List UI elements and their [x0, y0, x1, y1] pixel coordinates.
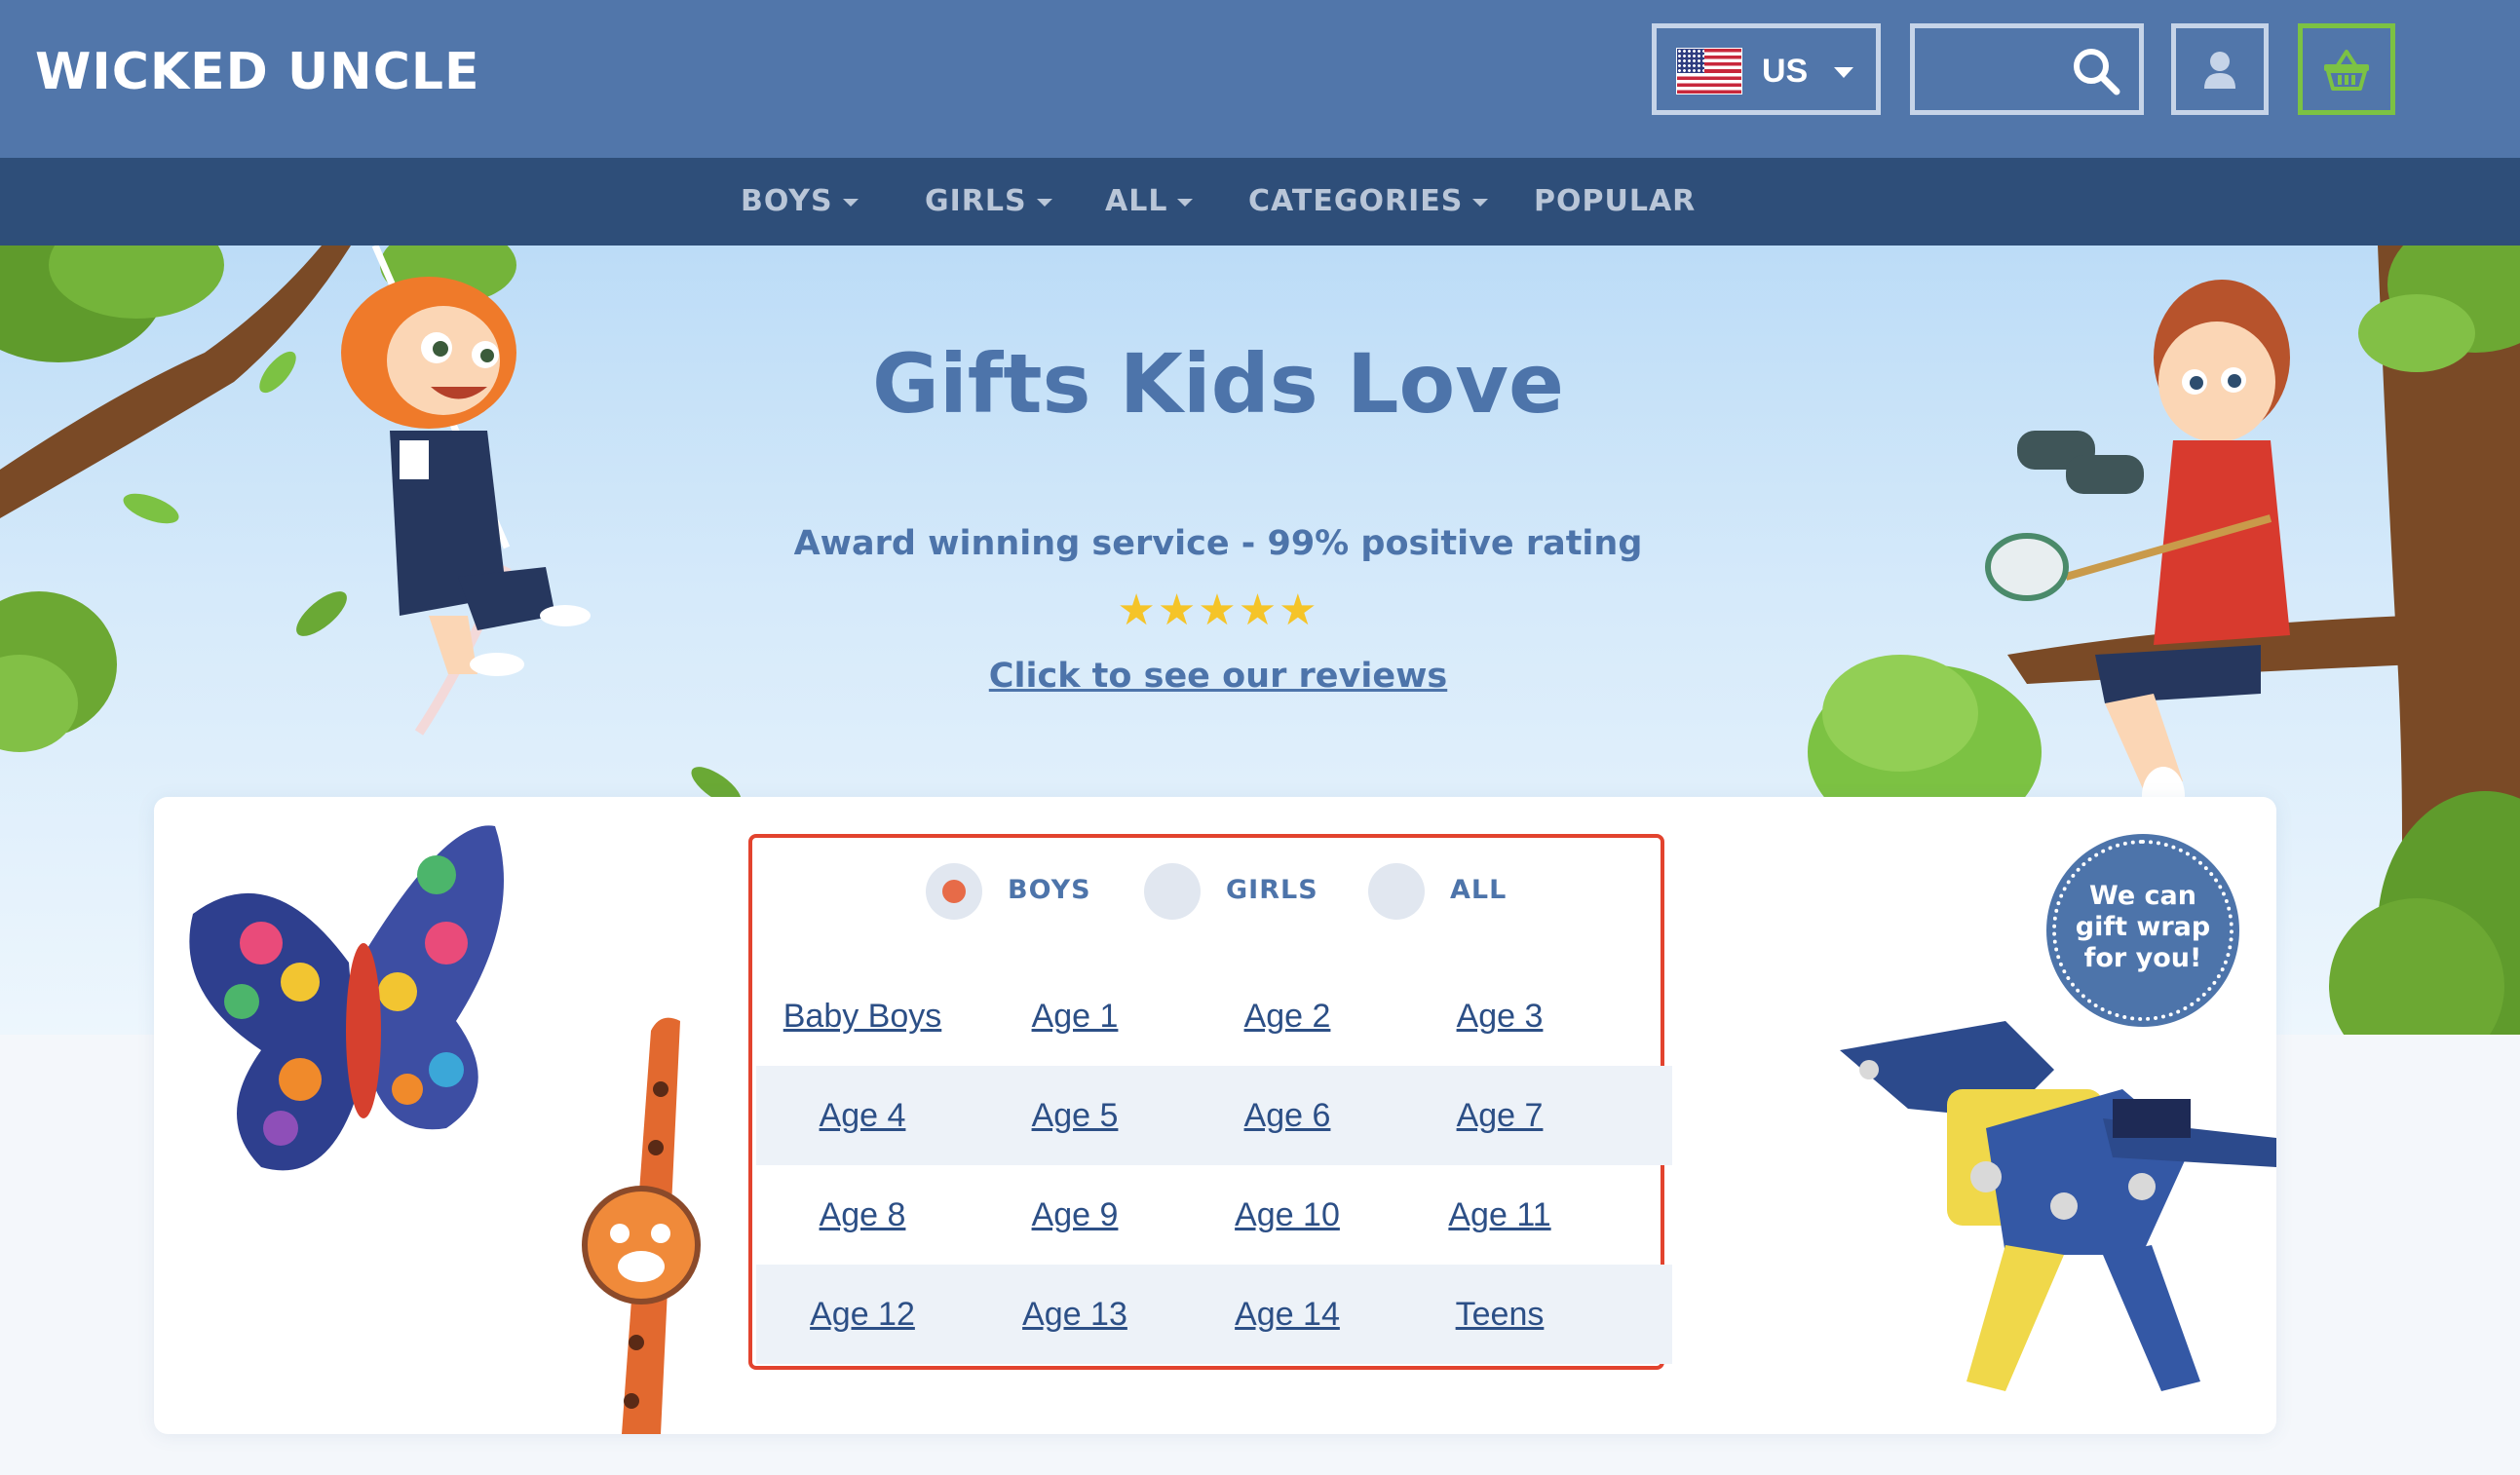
us-flag-icon	[1676, 48, 1742, 95]
radio-label: BOYS	[1008, 875, 1091, 905]
caret-down-icon	[1472, 198, 1489, 207]
nav-item-popular[interactable]: POPULAR	[1534, 181, 1696, 222]
top-header: WICKED UNCLE US	[0, 0, 2520, 158]
age-links-grid: Baby Boys Age 1 Age 2 Age 3 Age 4 Age 5 …	[756, 966, 1672, 1364]
gender-radio-group: BOYS GIRLS ALL	[752, 857, 1661, 926]
caret-down-icon	[1036, 198, 1052, 207]
radio-unselected-icon	[1368, 863, 1425, 920]
country-label: US	[1762, 53, 1809, 90]
age-link[interactable]: Baby Boys	[756, 966, 969, 1066]
user-icon	[2204, 52, 2235, 89]
radio-label: GIRLS	[1226, 875, 1318, 905]
nav-item-label: ALL	[1105, 184, 1168, 218]
nav-item-boys[interactable]: BOYS	[741, 181, 859, 222]
age-link[interactable]: Age 10	[1181, 1165, 1394, 1265]
gift-wrap-line2: gift wrap	[2075, 912, 2211, 942]
gift-wrap-badge: We can gift wrap for you!	[2052, 840, 2234, 1021]
gift-wrap-line1: We can	[2089, 881, 2196, 911]
nav-item-label: CATEGORIES	[1248, 184, 1464, 218]
age-link[interactable]: Age 7	[1394, 1066, 1606, 1165]
nav-item-categories[interactable]: CATEGORIES	[1248, 181, 1489, 222]
search-icon	[2074, 49, 2120, 95]
account-button[interactable]	[2171, 23, 2269, 115]
radio-selected-icon	[926, 863, 982, 920]
age-link[interactable]: Age 11	[1394, 1165, 1606, 1265]
hero-title: Gifts Kids Love	[872, 336, 1564, 432]
nav-item-label: BOYS	[741, 184, 833, 218]
age-link[interactable]: Age 6	[1181, 1066, 1394, 1165]
age-link[interactable]: Teens	[1394, 1265, 1606, 1364]
age-selector-panel: BOYS GIRLS ALL Baby Boys Age 1 Age 2 Age…	[748, 834, 1672, 1370]
age-link[interactable]: Age 2	[1181, 966, 1394, 1066]
main-nav: BOYS GIRLS ALL CATEGORIES POPULAR	[0, 158, 2520, 246]
age-link[interactable]: Age 5	[969, 1066, 1181, 1165]
age-row: Age 8 Age 9 Age 10 Age 11	[756, 1165, 1672, 1265]
basket-icon	[2324, 50, 2369, 91]
tiger-watch-image	[582, 1017, 701, 1434]
age-link[interactable]: Age 1	[969, 966, 1181, 1066]
nav-item-label: GIRLS	[925, 184, 1027, 218]
caret-down-icon	[842, 198, 859, 207]
age-link[interactable]: Age 14	[1181, 1265, 1394, 1364]
radio-label: ALL	[1450, 875, 1508, 905]
gift-wrap-line3: for you!	[2083, 943, 2202, 973]
age-link[interactable]: Age 9	[969, 1165, 1181, 1265]
reviews-link[interactable]: Click to see our reviews	[780, 655, 1657, 698]
age-link[interactable]: Age 4	[756, 1066, 969, 1165]
chevron-down-icon	[1834, 67, 1853, 78]
girl-on-swing-illustration	[341, 246, 591, 736]
site-logo[interactable]: WICKED UNCLE	[35, 43, 480, 101]
country-selector[interactable]: US	[1652, 23, 1881, 115]
nav-item-label: POPULAR	[1534, 184, 1697, 218]
search-button[interactable]	[1910, 23, 2144, 115]
age-link[interactable]: Age 8	[756, 1165, 969, 1265]
age-link[interactable]: Age 13	[969, 1265, 1181, 1364]
age-row: Baby Boys Age 1 Age 2 Age 3	[756, 966, 1672, 1066]
caret-down-icon	[1177, 198, 1194, 207]
radio-unselected-icon	[1144, 863, 1201, 920]
nav-item-all[interactable]: ALL	[1105, 181, 1194, 222]
age-row: Age 4 Age 5 Age 6 Age 7	[756, 1066, 1672, 1165]
age-link[interactable]: Age 3	[1394, 966, 1606, 1066]
basket-button[interactable]	[2298, 23, 2395, 115]
age-link[interactable]: Age 12	[756, 1265, 969, 1364]
rating-subtitle: Award winning service - 99% positive rat…	[793, 524, 1643, 563]
nav-item-girls[interactable]: GIRLS	[925, 181, 1052, 222]
robot-dinosaur-image	[1840, 1021, 2276, 1391]
age-row: Age 12 Age 13 Age 14 Teens	[756, 1265, 1672, 1364]
butterfly-puzzle-image	[189, 825, 504, 1171]
rating-stars: ★★★★★	[1117, 586, 1319, 634]
